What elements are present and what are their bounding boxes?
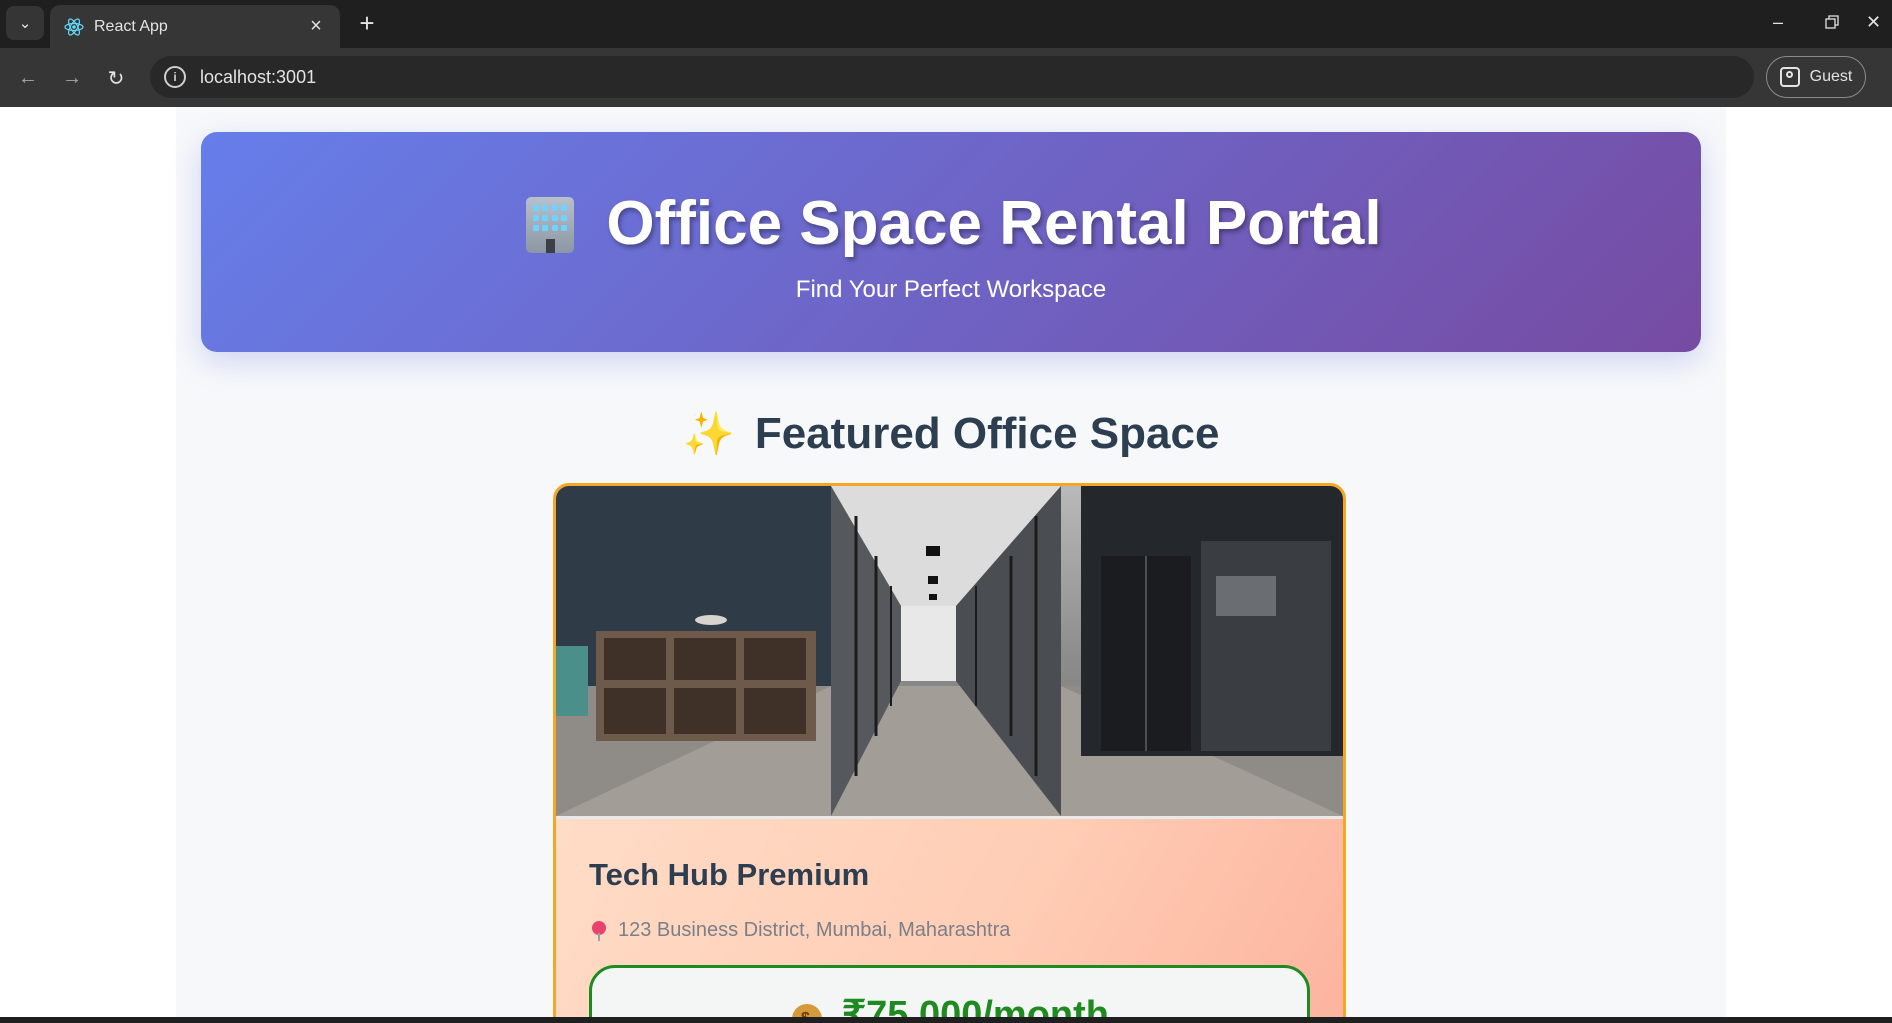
profile-button[interactable]: Guest (1766, 56, 1866, 98)
profile-label: Guest (1809, 68, 1853, 85)
profile-icon (1779, 67, 1800, 87)
sparkles-icon: ✨ (682, 410, 735, 457)
reload-icon[interactable]: ↻ (100, 62, 132, 94)
price-text: ₹75,000/month (841, 993, 1110, 1018)
tab-search-button[interactable]: ⌄ (6, 6, 44, 40)
url-text[interactable]: localhost:3001 (200, 67, 316, 88)
react-atom-icon (64, 17, 84, 37)
property-name: Tech Hub Premium (589, 857, 870, 892)
address-bar[interactable]: i localhost:3001 (150, 56, 1754, 98)
browser-tab-strip: ⌄ React App × + – ✕ (0, 0, 1892, 48)
more-menu-icon[interactable]: ⋮ (1884, 62, 1892, 92)
site-info-icon[interactable]: i (164, 66, 186, 88)
featured-heading: Featured Office Space (754, 409, 1220, 458)
card-details: Tech Hub Premium 123 Business District, … (556, 816, 1343, 1017)
office-building-icon (520, 193, 580, 255)
page-title: Office Space Rental Portal (606, 189, 1382, 258)
page-subtitle: Find Your Perfect Workspace (795, 276, 1107, 303)
chevron-down-icon: ⌄ (18, 15, 32, 32)
property-address-row: 123 Business District, Mumbai, Maharasht… (592, 919, 1010, 942)
property-address: 123 Business District, Mumbai, Maharasht… (618, 919, 1011, 941)
featured-heading-row: ✨ Featured Office Space (176, 409, 1726, 459)
minimize-button[interactable]: – (1758, 8, 1798, 36)
money-bag-icon (790, 996, 824, 1017)
back-arrow-icon[interactable]: ← (12, 62, 44, 94)
page-viewport: Office Space Rental Portal Find Your Per… (0, 107, 1892, 1017)
browser-toolbar: ← → ↻ i localhost:3001 Guest ⋮ (0, 48, 1892, 107)
restore-button[interactable] (1812, 8, 1852, 36)
app-container: Office Space Rental Portal Find Your Per… (176, 107, 1726, 1017)
browser-tab[interactable]: React App × (50, 5, 340, 48)
forward-arrow-icon[interactable]: → (56, 62, 88, 94)
price-badge: ₹75,000/month (589, 965, 1310, 1017)
close-tab-icon[interactable]: × (304, 15, 328, 39)
close-window-button[interactable]: ✕ (1866, 8, 1892, 36)
office-photo (556, 486, 1343, 816)
featured-office-card[interactable]: Tech Hub Premium 123 Business District, … (553, 483, 1346, 1017)
restore-icon (1825, 15, 1839, 29)
office-corridor-illustration (556, 486, 1343, 816)
hero-title-row: Office Space Rental Portal (201, 188, 1701, 259)
tab-title: React App (94, 17, 168, 35)
window-bottom-edge (0, 1017, 1892, 1023)
new-tab-button[interactable]: + (352, 8, 382, 38)
hero-banner: Office Space Rental Portal Find Your Per… (201, 132, 1701, 352)
round-pushpin-icon (592, 920, 606, 941)
